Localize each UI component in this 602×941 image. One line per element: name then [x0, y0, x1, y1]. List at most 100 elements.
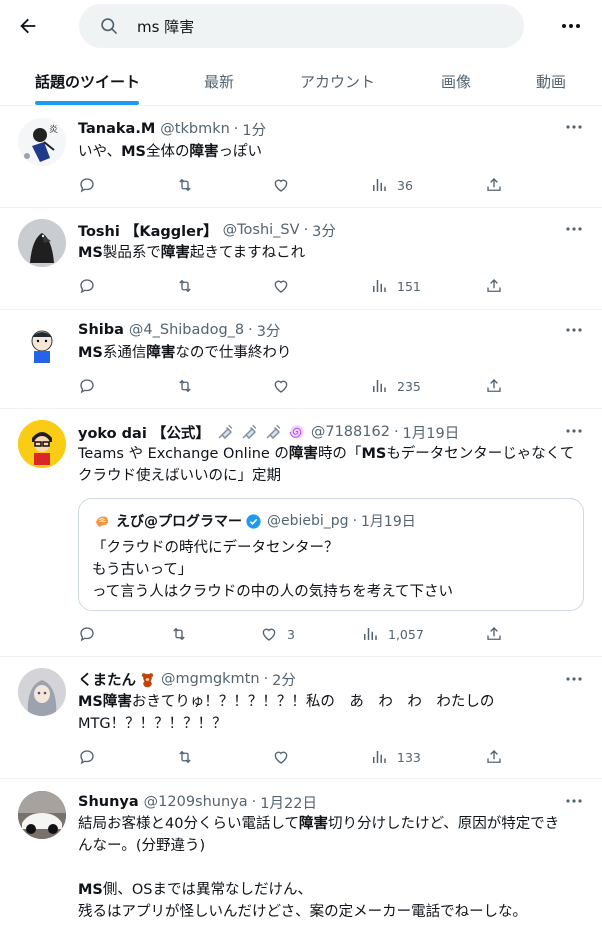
- tab-latest[interactable]: 最新: [204, 58, 234, 105]
- retweet-button[interactable]: [175, 175, 195, 195]
- tab-videos[interactable]: 動画: [536, 58, 566, 105]
- author-handle[interactable]: @4_Shibadog_8: [129, 322, 244, 338]
- tweet-more-button[interactable]: [563, 219, 585, 239]
- avatar[interactable]: [18, 219, 66, 267]
- tweet[interactable]: Shunya @1209shunya · 1月22日 結局お客様と40分くらい電…: [0, 779, 602, 941]
- text-segment: いや、: [78, 144, 122, 160]
- tweet[interactable]: yoko dai 【公式】 @7188162 · 1月19日 Teams や E…: [0, 409, 602, 657]
- reply-button[interactable]: [78, 276, 96, 296]
- text-segment: 製品系で: [102, 245, 161, 261]
- timestamp[interactable]: 2分: [272, 669, 296, 690]
- share-button[interactable]: [485, 747, 503, 767]
- tab-accounts[interactable]: アカウント: [300, 58, 375, 105]
- timestamp[interactable]: 1分: [242, 119, 266, 140]
- views-button[interactable]: 133: [370, 747, 421, 767]
- avatar[interactable]: [18, 420, 66, 468]
- share-button[interactable]: [485, 175, 503, 195]
- separator: ·: [303, 222, 309, 238]
- more-options-button[interactable]: [558, 13, 584, 39]
- tweet-header: くまたん @mgmgkmtn · 2分: [78, 669, 296, 689]
- author-handle[interactable]: @1209shunya: [144, 794, 248, 810]
- tweet-text: いや、MS全体の障害っぽい: [78, 141, 588, 163]
- more-icon: [566, 799, 582, 803]
- author-handle[interactable]: @tkbmkn: [160, 121, 230, 137]
- author-name[interactable]: くまたん: [78, 669, 136, 690]
- timestamp[interactable]: 1月19日: [403, 422, 460, 443]
- reply-button[interactable]: [78, 175, 96, 195]
- share-button[interactable]: [485, 276, 503, 296]
- back-button[interactable]: [14, 12, 42, 40]
- retweet-button[interactable]: [175, 276, 195, 296]
- tweet-header: yoko dai 【公式】 @7188162 · 1月19日: [78, 422, 459, 442]
- timestamp[interactable]: 3分: [257, 320, 281, 341]
- share-icon: [487, 627, 501, 640]
- tweet-actions: 235: [78, 376, 508, 396]
- reply-button[interactable]: [78, 376, 96, 396]
- tweet-more-button[interactable]: [563, 669, 585, 689]
- tab-label: アカウント: [300, 73, 376, 91]
- tab-label: 画像: [441, 73, 472, 91]
- like-button[interactable]: [272, 747, 290, 767]
- retweet-icon: [179, 178, 191, 192]
- reply-button[interactable]: [78, 747, 96, 767]
- views-button[interactable]: 235: [370, 376, 421, 396]
- quoted-tweet[interactable]: えび@プログラマー @ebiebi_pg · 1月19日 「クラウドの時代にデー…: [78, 498, 584, 611]
- avatar[interactable]: 炎: [18, 118, 66, 166]
- tweet[interactable]: Shiba @4_Shibadog_8 · 3分 MS系通信障害なので仕事終わり…: [0, 310, 602, 409]
- reply-icon: [80, 379, 94, 394]
- author-name[interactable]: Shunya: [78, 794, 139, 810]
- tweet-more-button[interactable]: [563, 421, 585, 441]
- author-name[interactable]: Shiba: [78, 322, 124, 338]
- tab-images[interactable]: 画像: [441, 58, 471, 105]
- tweet-actions: 133: [78, 747, 508, 767]
- highlight-term: 障害: [160, 245, 190, 261]
- heart-icon: [274, 179, 288, 192]
- retweet-button[interactable]: [175, 747, 195, 767]
- retweet-button[interactable]: [169, 624, 189, 644]
- author-handle[interactable]: @Toshi_SV: [223, 222, 300, 238]
- quote-author-handle: @ebiebi_pg: [267, 513, 349, 529]
- share-button[interactable]: [485, 624, 503, 644]
- search-icon: [99, 16, 119, 36]
- separator: ·: [393, 424, 399, 440]
- reply-button[interactable]: [78, 624, 96, 644]
- author-handle[interactable]: @mgmgkmtn: [161, 671, 260, 687]
- timestamp[interactable]: 3分: [312, 220, 336, 241]
- tweet[interactable]: 炎 Tanaka.M @tkbmkn · 1分 いや、MS全体の障害っぽい 36: [0, 106, 602, 208]
- tweet-more-button[interactable]: [563, 320, 585, 340]
- like-button[interactable]: [272, 175, 290, 195]
- tweet-more-button[interactable]: [563, 117, 585, 137]
- views-button[interactable]: 36: [370, 175, 413, 195]
- avatar[interactable]: [18, 791, 66, 839]
- retweet-icon: [179, 279, 191, 293]
- like-button[interactable]: [272, 376, 290, 396]
- tweet[interactable]: Toshi 【Kaggler】 @Toshi_SV · 3分 MS製品系で障害起…: [0, 208, 602, 310]
- retweet-button[interactable]: [175, 376, 195, 396]
- text-segment: クラウド使えばいいのに」定期: [78, 468, 281, 484]
- share-button[interactable]: [485, 376, 503, 396]
- tab-top[interactable]: 話題のツイート: [35, 58, 140, 105]
- like-button[interactable]: 3: [260, 624, 295, 644]
- timestamp[interactable]: 1月22日: [260, 792, 317, 813]
- heart-icon: [262, 628, 276, 641]
- text-segment: 系通信: [102, 345, 147, 361]
- avatar[interactable]: [18, 321, 66, 369]
- like-button[interactable]: [272, 276, 290, 296]
- text-segment: なので仕事終わり: [175, 345, 292, 361]
- quote-line: って言う人はクラウドの中の人の気持ちを考えて下さい: [92, 584, 454, 600]
- author-name[interactable]: yoko dai 【公式】: [78, 422, 210, 443]
- author-handle[interactable]: @7188162: [311, 424, 390, 440]
- tweet[interactable]: くまたん @mgmgkmtn · 2分 MS障害おきてりゅ！？！？！？！私の あ…: [0, 657, 602, 779]
- highlight-term: 障害: [189, 144, 219, 160]
- views-button[interactable]: 151: [370, 276, 421, 296]
- heart-icon: [274, 751, 288, 764]
- more-icon: [566, 227, 582, 231]
- tweet-text: Teams や Exchange Online の障害時の「MSもデータセンター…: [78, 443, 588, 487]
- tweet-more-button[interactable]: [563, 791, 585, 811]
- views-button[interactable]: 1,057: [361, 624, 424, 644]
- search-input[interactable]: ms 障害: [79, 4, 524, 48]
- avatar[interactable]: [18, 668, 66, 716]
- quote-line: 「クラウドの時代にデータセンター？: [92, 540, 339, 556]
- author-name[interactable]: Toshi 【Kaggler】: [78, 220, 218, 241]
- author-name[interactable]: Tanaka.M: [78, 121, 155, 137]
